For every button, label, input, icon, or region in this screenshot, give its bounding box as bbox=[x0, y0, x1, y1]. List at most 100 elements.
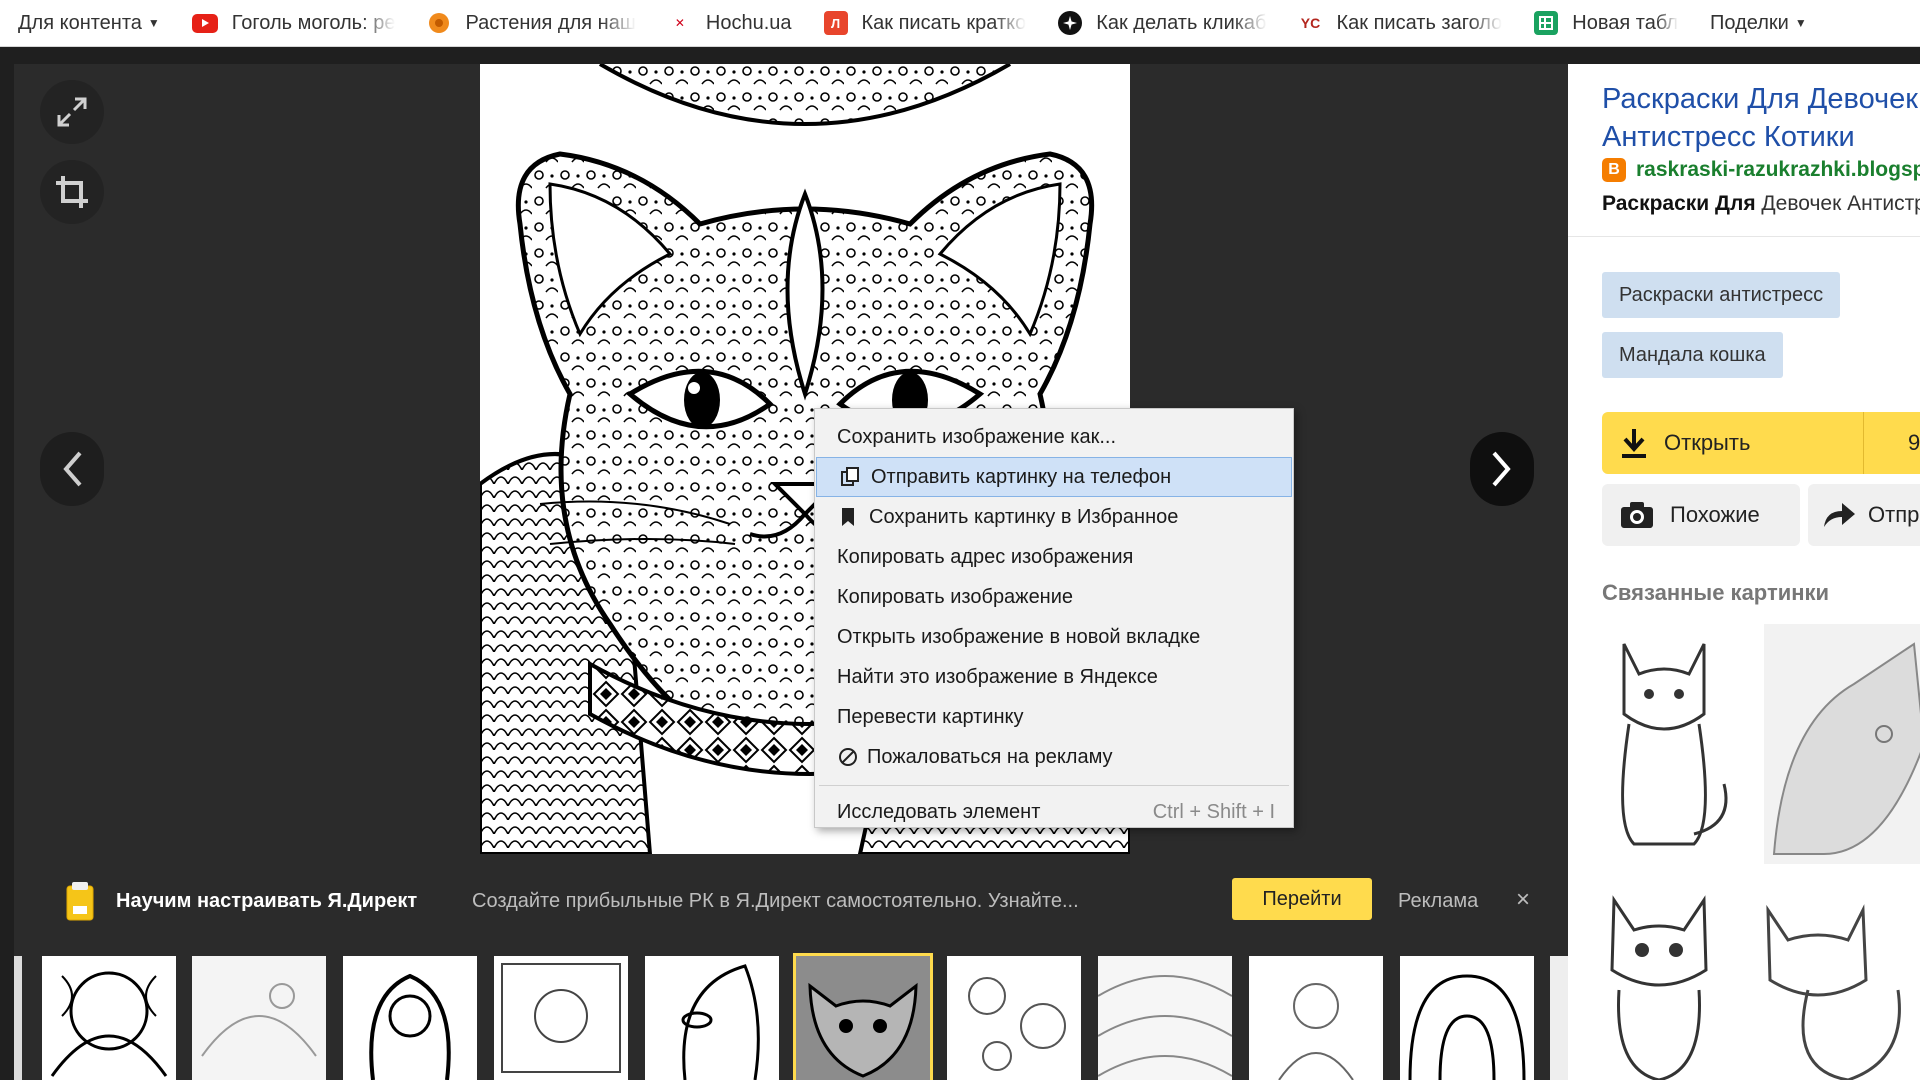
menu-save-image-as[interactable]: Сохранить изображение как... bbox=[815, 417, 1293, 457]
youtube-icon bbox=[191, 13, 218, 33]
menu-open-in-new-tab[interactable]: Открыть изображение в новой вкладке bbox=[815, 617, 1293, 657]
tag-antistress[interactable]: Раскраски антистресс bbox=[1602, 272, 1841, 318]
ad-title[interactable]: Научим настраивать Я.Директ bbox=[116, 890, 417, 913]
bookmark-clickable[interactable]: Как делать кликаб bbox=[1040, 0, 1280, 46]
next-image-button[interactable] bbox=[1470, 432, 1534, 506]
thumbnail[interactable] bbox=[1550, 956, 1568, 1080]
image-viewer: Научим настраивать Я.Директ Создайте при… bbox=[14, 64, 1568, 1080]
prev-image-button[interactable] bbox=[40, 432, 104, 506]
ad-go-button[interactable]: Перейти bbox=[1232, 878, 1372, 920]
menu-item-label: Копировать изображение bbox=[837, 585, 1074, 608]
share-arrow-icon bbox=[1824, 503, 1855, 527]
sheets-icon bbox=[1534, 11, 1559, 35]
image-info-panel: Раскраски Для Девочек Антистресс Котики … bbox=[1568, 64, 1920, 1080]
bookmark-folder-crafts[interactable]: Поделки ▼ bbox=[1692, 0, 1821, 46]
bookmark-label: Как писать заголо bbox=[1336, 11, 1503, 34]
bookmark-label: Hochu.ua bbox=[705, 11, 792, 34]
title-line-1: Раскраски Для Девочек bbox=[1602, 83, 1918, 115]
menu-item-label: Сохранить изображение как... bbox=[837, 425, 1117, 448]
tag-mandala-cat[interactable]: Мандала кошка bbox=[1602, 332, 1783, 378]
related-image[interactable] bbox=[1584, 880, 1734, 1080]
bookmark-label: Поделки bbox=[1710, 11, 1789, 34]
title-line-2: Антистресс Котики bbox=[1602, 121, 1855, 153]
divider bbox=[1568, 236, 1920, 237]
thumbnail[interactable] bbox=[1400, 956, 1534, 1080]
ad-text[interactable]: Создайте прибыльные РК в Я.Директ самост… bbox=[472, 890, 1152, 913]
open-size-dropdown[interactable]: 9 bbox=[1908, 430, 1920, 456]
bookmark-folder-content[interactable]: Для контента ▼ bbox=[0, 0, 174, 46]
thumbnail[interactable] bbox=[494, 956, 628, 1080]
related-image[interactable] bbox=[1748, 880, 1920, 1080]
menu-search-yandex[interactable]: Найти это изображение в Яндексе bbox=[815, 657, 1293, 697]
thumbnail[interactable] bbox=[343, 956, 477, 1080]
menu-inspect-element[interactable]: Исследовать элемент Ctrl + Shift + I bbox=[815, 792, 1293, 832]
menu-shortcut: Ctrl + Shift + I bbox=[1152, 800, 1275, 823]
source-url: raskraski-razukrazhki.blogspot.com bbox=[1636, 158, 1920, 181]
ad-banner: Научим настраивать Я.Директ Создайте при… bbox=[14, 860, 1568, 960]
thumbnail[interactable] bbox=[14, 956, 22, 1080]
menu-translate-image[interactable]: Перевести картинку bbox=[815, 697, 1293, 737]
menu-report-ad[interactable]: Пожаловаться на рекламу bbox=[815, 737, 1293, 777]
bookmark-icon bbox=[837, 506, 859, 528]
l-icon: Л bbox=[823, 11, 848, 35]
similar-button[interactable]: Похожие bbox=[1602, 484, 1800, 546]
menu-copy-image[interactable]: Копировать изображение bbox=[815, 577, 1293, 617]
menu-send-to-phone[interactable]: Отправить картинку на телефон bbox=[816, 457, 1292, 497]
bookmark-label: Для контента bbox=[18, 11, 142, 34]
similar-label: Похожие bbox=[1670, 502, 1760, 527]
image-description: Раскраски Для Девочек Антистресс bbox=[1602, 192, 1920, 216]
yc-icon: YC bbox=[1300, 15, 1321, 31]
thumbnail-strip bbox=[14, 946, 1568, 1080]
menu-separator bbox=[819, 785, 1289, 786]
thumbnail[interactable] bbox=[192, 956, 326, 1080]
thumbnail[interactable] bbox=[947, 956, 1081, 1080]
caret-down-icon: ▼ bbox=[1794, 16, 1807, 30]
thumbnail[interactable] bbox=[42, 956, 176, 1080]
menu-item-label: Отправить картинку на телефон bbox=[871, 465, 1172, 488]
bookmarks-bar: Для контента ▼ Гоголь моголь: ре Растени… bbox=[0, 0, 1920, 47]
expand-icon bbox=[57, 97, 87, 127]
fullscreen-button[interactable] bbox=[40, 80, 104, 144]
related-images-heading: Связанные картинки bbox=[1602, 580, 1830, 605]
bookmark-hochu[interactable]: ✕ Hochu.ua bbox=[650, 0, 806, 46]
blogger-icon: B bbox=[1602, 158, 1626, 182]
menu-item-label: Копировать адрес изображения bbox=[837, 545, 1134, 568]
page-title-link[interactable]: Раскраски Для Девочек Антистресс Котики bbox=[1602, 80, 1920, 156]
caret-down-icon: ▼ bbox=[147, 16, 160, 30]
direct-logo-icon bbox=[66, 882, 94, 921]
thumbnail[interactable] bbox=[645, 956, 779, 1080]
thumbnail[interactable] bbox=[1249, 956, 1383, 1080]
menu-save-to-favorites[interactable]: Сохранить картинку в Избранное bbox=[815, 497, 1293, 537]
menu-item-label: Открыть изображение в новой вкладке bbox=[837, 625, 1201, 648]
related-image[interactable] bbox=[1584, 624, 1744, 864]
crop-icon bbox=[56, 176, 88, 208]
bookmark-sheet[interactable]: Новая табл bbox=[1516, 0, 1692, 46]
share-button[interactable]: Отправить bbox=[1808, 484, 1920, 546]
bookmark-headlines[interactable]: YC Как писать заголо bbox=[1281, 0, 1517, 46]
bookmark-gogol[interactable]: Гоголь моголь: ре bbox=[174, 0, 410, 46]
block-icon bbox=[837, 746, 859, 768]
open-button[interactable]: Открыть 9 bbox=[1602, 412, 1920, 474]
description-bold: Раскраски Для bbox=[1602, 192, 1756, 215]
menu-item-label: Пожаловаться на рекламу bbox=[867, 745, 1113, 768]
ad-close-button[interactable]: × bbox=[1516, 886, 1530, 914]
crop-button[interactable] bbox=[40, 160, 104, 224]
bookmark-label: Гоголь моголь: ре bbox=[231, 11, 396, 34]
ad-label: Реклама bbox=[1398, 890, 1479, 912]
source-link[interactable]: B raskraski-razukrazhki.blogspot.com bbox=[1602, 158, 1920, 182]
menu-copy-image-address[interactable]: Копировать адрес изображения bbox=[815, 537, 1293, 577]
bookmark-label: Как писать кратко bbox=[861, 11, 1027, 34]
menu-item-label: Сохранить картинку в Избранное bbox=[869, 505, 1179, 528]
open-label: Открыть bbox=[1664, 430, 1751, 455]
button-separator bbox=[1863, 412, 1864, 474]
thumbnail-selected[interactable] bbox=[793, 953, 933, 1080]
bookmark-kratko[interactable]: Л Как писать кратко bbox=[806, 0, 1041, 46]
bookmark-label: Как делать кликаб bbox=[1096, 11, 1267, 34]
chevron-left-icon bbox=[63, 451, 82, 487]
bookmark-label: Новая табл bbox=[1572, 11, 1679, 34]
description-rest: Девочек Антистресс bbox=[1761, 192, 1920, 215]
related-image[interactable] bbox=[1764, 624, 1920, 864]
menu-item-label: Исследовать элемент bbox=[837, 800, 1041, 823]
thumbnail[interactable] bbox=[1098, 956, 1232, 1080]
bookmark-plants[interactable]: Растения для наш bbox=[409, 0, 649, 46]
